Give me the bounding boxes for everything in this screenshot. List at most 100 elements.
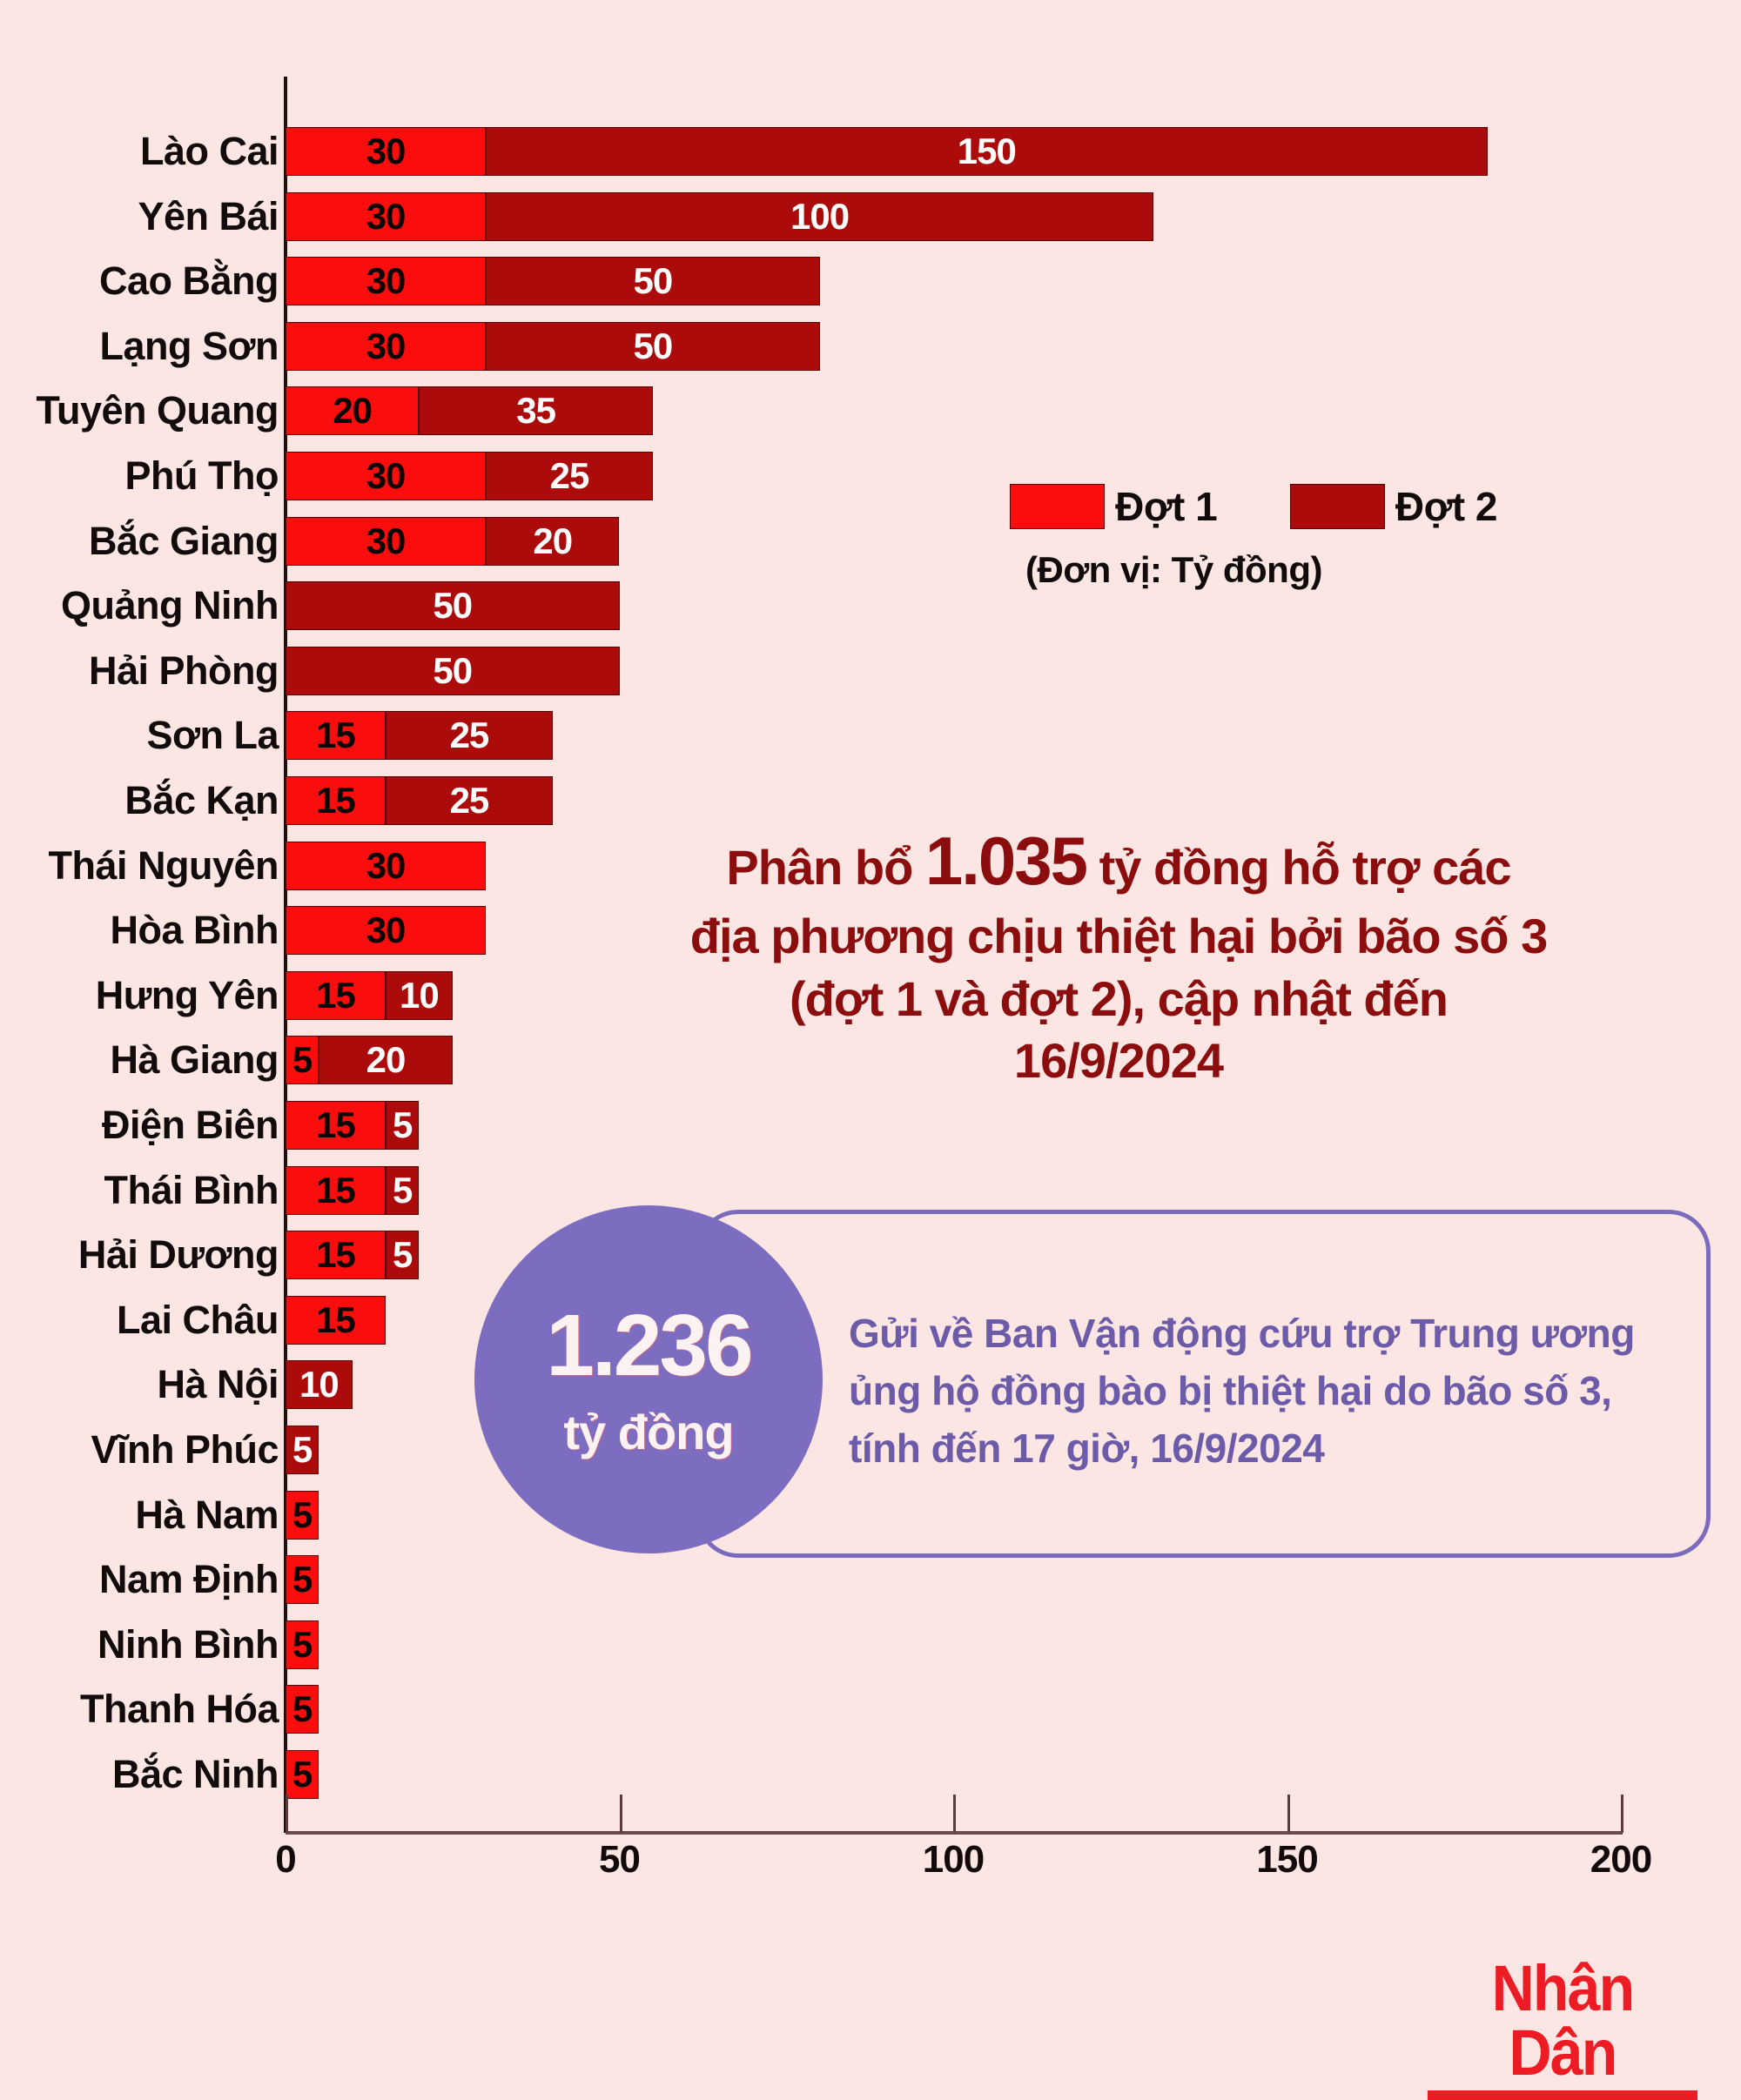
bar-segment-value: 5 <box>393 1234 413 1276</box>
bar-category-label: Tuyên Quang <box>36 388 279 433</box>
bar-segment-dot-2: 35 <box>419 386 653 436</box>
bar-segment-value: 15 <box>316 1104 356 1145</box>
bar-segment-value: 100 <box>790 195 850 237</box>
bar-segment-value: 5 <box>393 1104 413 1145</box>
bar-segment-value: 35 <box>516 390 556 432</box>
bar-segment-dot-2: 50 <box>286 581 620 631</box>
bar-row: Cao Bằng 30 50 <box>0 257 1741 306</box>
bar-segment-dot-1: 15 <box>286 970 387 1020</box>
bar-segment-value: 5 <box>292 1688 313 1730</box>
bar-segment-dot-2: 150 <box>486 127 1488 176</box>
bar-segment-value: 30 <box>366 520 407 561</box>
bar-segment-dot-1: 5 <box>286 1555 319 1605</box>
x-axis-tick-label: 200 <box>1590 1838 1652 1881</box>
bar-segment-value: 30 <box>366 260 407 302</box>
title-line-1: Phân bổ 1.035 tỷ đồng hỗ trợ các <box>601 818 1637 905</box>
bar-segment-dot-1: 15 <box>286 776 387 825</box>
callout-text: Gửi về Ban Vận động cứu trợ Trung ương ủ… <box>849 1305 1702 1477</box>
bar-segment-value: 50 <box>633 260 673 302</box>
bar-segment-dot-1: 15 <box>286 1295 387 1345</box>
infographic-title: Phân bổ 1.035 tỷ đồng hỗ trợ các địa phư… <box>601 818 1637 1092</box>
x-axis-tick <box>1621 1795 1623 1833</box>
nhan-dan-logo: Nhân Dân <box>1428 1956 1697 2100</box>
bar-segment-dot-2: 5 <box>286 1426 319 1474</box>
bar-segment-dot-2: 20 <box>319 1036 453 1085</box>
bar-segment-value: 5 <box>292 1623 313 1665</box>
legend-swatch-dot-1 <box>1010 484 1106 529</box>
bar-segment-value: 30 <box>366 844 407 886</box>
bar-category-label: Phú Thọ <box>124 453 279 498</box>
title-headline-number: 1.035 <box>924 822 1088 899</box>
legend-label-dot-1: Đợt 1 <box>1115 484 1218 529</box>
bar-segment-dot-2: 50 <box>486 257 820 306</box>
bar-segment-dot-1: 15 <box>286 1231 387 1280</box>
x-axis-tick-label: 50 <box>599 1838 641 1881</box>
bar-segment-value: 50 <box>633 325 673 366</box>
bar-category-label: Vĩnh Phúc <box>91 1427 279 1472</box>
bar-category-label: Hà Nam <box>135 1492 279 1537</box>
bar-segment-dot-2: 20 <box>486 516 620 566</box>
bar-segment-dot-1: 5 <box>286 1036 319 1085</box>
bar-segment-dot-1: 20 <box>286 386 420 436</box>
bar-category-label: Bắc Kạn <box>124 778 279 822</box>
bar-segment-value: 30 <box>366 325 407 366</box>
bar-category-label: Quảng Ninh <box>61 583 279 628</box>
bar-segment-value: 5 <box>292 1429 313 1470</box>
bar-segment-value: 50 <box>433 649 473 691</box>
title-line-3: (đợt 1 và đợt 2), cập nhật đến <box>790 970 1449 1026</box>
bar-segment-dot-1: 5 <box>286 1750 319 1799</box>
bar-category-label: Cao Bằng <box>98 258 279 304</box>
bar-segment-value: 15 <box>316 1169 356 1211</box>
bar-row: Ninh Bình 5 <box>0 1620 1741 1669</box>
bar-segment-value: 15 <box>316 715 356 756</box>
x-axis-tick <box>1287 1795 1290 1833</box>
legend-swatch-dot-2 <box>1289 484 1385 529</box>
x-axis-tick <box>953 1795 956 1833</box>
bar-category-label: Thái Nguyên <box>48 842 279 888</box>
bar-segment-dot-2: 100 <box>486 191 1154 241</box>
bar-category-label: Sơn La <box>146 713 279 758</box>
bar-segment-value: 15 <box>316 1234 356 1276</box>
bar-row: Lạng Sơn 30 50 <box>0 321 1741 371</box>
bar-segment-dot-1: 5 <box>286 1620 319 1669</box>
bar-segment-dot-2: 25 <box>386 776 553 825</box>
title-line-4: 16/9/2024 <box>1013 1033 1224 1089</box>
bar-row: Thái Bình 15 5 <box>0 1165 1741 1215</box>
legend-label-dot-2: Đợt 2 <box>1395 484 1498 529</box>
bar-segment-dot-1: 30 <box>286 906 487 956</box>
bar-segment-value: 30 <box>366 131 407 171</box>
bar-segment-value: 5 <box>292 1754 313 1795</box>
bar-segment-dot-2: 5 <box>386 1231 420 1280</box>
bar-segment-dot-2: 25 <box>486 452 653 500</box>
x-axis-tick-label: 100 <box>922 1838 985 1881</box>
bar-segment-value: 15 <box>316 780 356 821</box>
total-amount-unit: tỷ đồng <box>563 1405 734 1459</box>
bar-segment-value: 20 <box>333 390 373 432</box>
title-line-2: địa phương chịu thiệt hại bởi bão số 3 <box>689 908 1548 963</box>
bar-segment-value: 25 <box>549 455 590 496</box>
bar-segment-value: 150 <box>957 131 1017 171</box>
bar-segment-value: 15 <box>316 974 356 1016</box>
bar-segment-value: 10 <box>400 974 440 1016</box>
bar-segment-value: 25 <box>449 780 490 821</box>
bar-segment-dot-2: 5 <box>386 1165 420 1215</box>
bar-category-label: Thanh Hóa <box>80 1687 279 1732</box>
bar-category-label: Hải Phòng <box>89 647 279 693</box>
bar-segment-dot-1: 15 <box>286 711 387 761</box>
chart-legend: Đợt 1 Đợt 2 (Đơn vị: Tỷ đồng) <box>1010 483 1497 591</box>
bar-category-label: Hà Nội <box>157 1362 279 1407</box>
bar-category-label: Lào Cai <box>139 129 279 173</box>
bar-segment-dot-1: 30 <box>286 191 487 241</box>
bar-category-label: Thái Bình <box>104 1167 279 1212</box>
callout-line-2: ủng hộ đồng bào bị thiệt hại do bão số 3… <box>849 1367 1612 1413</box>
bar-segment-dot-1: 5 <box>286 1685 319 1734</box>
bar-category-label: Bắc Ninh <box>111 1752 279 1796</box>
x-axis-tick-label: 150 <box>1256 1838 1318 1881</box>
bar-segment-dot-1: 30 <box>286 127 487 176</box>
bar-segment-value: 10 <box>299 1364 339 1406</box>
bar-category-label: Điện Biên <box>101 1103 279 1147</box>
x-axis-tick <box>619 1795 622 1833</box>
bar-category-label: Ninh Bình <box>97 1621 279 1667</box>
bar-segment-dot-2: 5 <box>386 1101 420 1150</box>
bar-segment-dot-2: 10 <box>286 1360 353 1410</box>
